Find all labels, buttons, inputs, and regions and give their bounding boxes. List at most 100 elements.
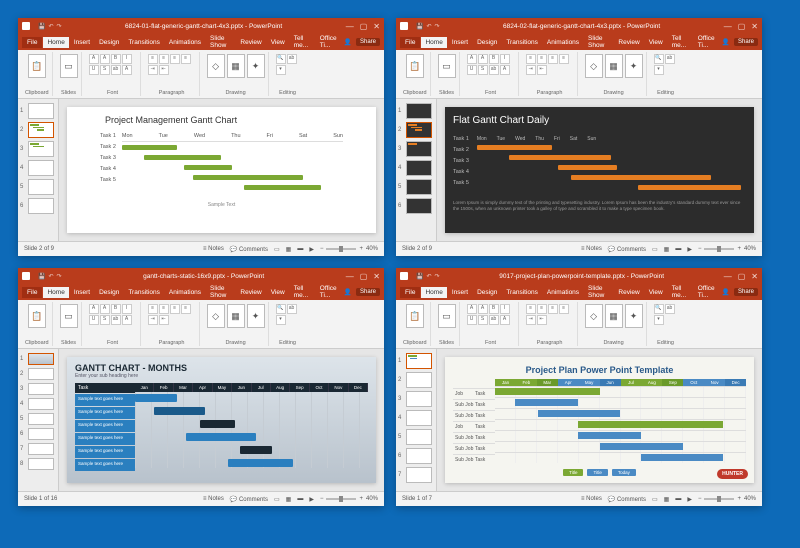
tab-office[interactable]: Office Ti... bbox=[316, 283, 343, 301]
view-sorter-icon[interactable]: ▦ bbox=[664, 246, 670, 253]
minimize-icon[interactable]: — bbox=[724, 22, 732, 31]
zoom-control[interactable]: −+40% bbox=[320, 246, 378, 252]
comments-button[interactable]: 💬 Comments bbox=[230, 246, 268, 253]
tab-animations[interactable]: Animations bbox=[165, 37, 205, 48]
zoom-control[interactable]: −+40% bbox=[320, 496, 378, 502]
view-sorter-icon[interactable]: ▦ bbox=[664, 496, 670, 503]
quickstyles-button[interactable]: ✦ bbox=[247, 54, 265, 78]
newslide-button[interactable]: ▭ bbox=[438, 54, 456, 78]
thumb-6[interactable]: 6 bbox=[20, 198, 56, 214]
paste-button[interactable]: 📋 bbox=[28, 304, 46, 328]
thumb-3[interactable]: 3 bbox=[398, 141, 434, 157]
thumb-2[interactable]: 2 bbox=[20, 368, 56, 380]
tab-slideshow[interactable]: Slide Show bbox=[584, 33, 613, 51]
comments-button[interactable]: 💬 Comments bbox=[608, 496, 646, 503]
view-normal-icon[interactable]: ▭ bbox=[274, 496, 280, 503]
notes-button[interactable]: ≡ Notes bbox=[581, 246, 602, 252]
close-icon[interactable]: ✕ bbox=[751, 272, 758, 281]
tab-review[interactable]: Review bbox=[236, 37, 265, 48]
view-slideshow-icon[interactable]: ▶ bbox=[309, 496, 314, 503]
thumb-1[interactable]: 1 bbox=[20, 103, 56, 119]
thumb-4[interactable]: 4 bbox=[398, 160, 434, 176]
user-icon[interactable]: 👤 bbox=[344, 288, 352, 296]
tab-home[interactable]: Home bbox=[43, 37, 68, 48]
tab-tellme[interactable]: Tell me... bbox=[668, 33, 693, 51]
arrange-button[interactable]: ▦ bbox=[605, 54, 623, 78]
view-slideshow-icon[interactable]: ▶ bbox=[687, 246, 692, 253]
thumb-5[interactable]: 5 bbox=[20, 413, 56, 425]
share-button[interactable]: Share bbox=[734, 38, 758, 46]
tab-slideshow[interactable]: Slide Show bbox=[584, 283, 613, 301]
thumb-2[interactable]: 2 bbox=[398, 122, 434, 138]
notes-button[interactable]: ≡ Notes bbox=[203, 496, 224, 502]
comments-button[interactable]: 💬 Comments bbox=[230, 496, 268, 503]
notes-button[interactable]: ≡ Notes bbox=[581, 496, 602, 502]
save-icon[interactable]: 💾 bbox=[416, 23, 423, 30]
share-button[interactable]: Share bbox=[356, 38, 380, 46]
minimize-icon[interactable]: — bbox=[346, 22, 354, 31]
view-slideshow-icon[interactable]: ▶ bbox=[309, 246, 314, 253]
shapes-button[interactable]: ◇ bbox=[207, 304, 225, 328]
tab-design[interactable]: Design bbox=[95, 287, 123, 298]
tab-design[interactable]: Design bbox=[473, 287, 501, 298]
minimize-icon[interactable]: — bbox=[346, 272, 354, 281]
tab-home[interactable]: Home bbox=[421, 37, 446, 48]
thumb-6[interactable]: 6 bbox=[20, 428, 56, 440]
comments-button[interactable]: 💬 Comments bbox=[608, 246, 646, 253]
view-reading-icon[interactable]: ▬ bbox=[675, 496, 681, 502]
tab-view[interactable]: View bbox=[267, 287, 289, 298]
thumb-2[interactable]: 2 bbox=[20, 122, 56, 138]
tab-insert[interactable]: Insert bbox=[448, 287, 472, 298]
tab-view[interactable]: View bbox=[267, 37, 289, 48]
thumb-4[interactable]: 4 bbox=[20, 398, 56, 410]
tab-view[interactable]: View bbox=[645, 287, 667, 298]
newslide-button[interactable]: ▭ bbox=[60, 304, 78, 328]
tab-design[interactable]: Design bbox=[95, 37, 123, 48]
slide-canvas[interactable]: Project Plan Power Point Template JobTas… bbox=[437, 349, 762, 491]
maximize-icon[interactable]: ▢ bbox=[360, 272, 368, 281]
redo-icon[interactable]: ↷ bbox=[435, 273, 440, 280]
slide-canvas[interactable]: GANTT CHART - MONTHS Enter your sub head… bbox=[59, 349, 384, 491]
slide-canvas[interactable]: Project Management Gantt Chart Task 1 Ta… bbox=[59, 99, 384, 241]
zoom-control[interactable]: −+40% bbox=[698, 246, 756, 252]
thumb-1[interactable]: 1 bbox=[20, 353, 56, 365]
font-controls[interactable]: AABIUSabA bbox=[89, 54, 137, 75]
tab-office[interactable]: Office Ti... bbox=[694, 283, 721, 301]
tab-office[interactable]: Office Ti... bbox=[694, 33, 721, 51]
thumb-4[interactable]: 4 bbox=[20, 160, 56, 176]
close-icon[interactable]: ✕ bbox=[373, 22, 380, 31]
tab-transitions[interactable]: Transitions bbox=[124, 287, 164, 298]
tab-slideshow[interactable]: Slide Show bbox=[206, 33, 235, 51]
thumb-6[interactable]: 6 bbox=[398, 198, 434, 214]
undo-icon[interactable]: ↶ bbox=[48, 23, 53, 30]
maximize-icon[interactable]: ▢ bbox=[738, 272, 746, 281]
undo-icon[interactable]: ↶ bbox=[426, 273, 431, 280]
slide-canvas[interactable]: Flat Gantt Chart Daily Task 1 Task 2 Tas… bbox=[437, 99, 762, 241]
tab-tellme[interactable]: Tell me... bbox=[290, 283, 315, 301]
thumb-1[interactable]: 1 bbox=[398, 103, 434, 119]
view-reading-icon[interactable]: ▬ bbox=[297, 246, 303, 252]
view-reading-icon[interactable]: ▬ bbox=[675, 246, 681, 252]
thumb-3[interactable]: 3 bbox=[20, 141, 56, 157]
tab-animations[interactable]: Animations bbox=[543, 37, 583, 48]
user-icon[interactable]: 👤 bbox=[722, 288, 730, 296]
thumb-5[interactable]: 5 bbox=[398, 179, 434, 195]
tab-tellme[interactable]: Tell me... bbox=[668, 283, 693, 301]
tab-review[interactable]: Review bbox=[614, 287, 643, 298]
view-normal-icon[interactable]: ▭ bbox=[274, 246, 280, 253]
tab-review[interactable]: Review bbox=[236, 287, 265, 298]
thumb-5[interactable]: 5 bbox=[20, 179, 56, 195]
quickstyles-button[interactable]: ✦ bbox=[247, 304, 265, 328]
thumb-2[interactable]: 2 bbox=[398, 372, 434, 388]
tab-home[interactable]: Home bbox=[421, 287, 446, 298]
redo-icon[interactable]: ↷ bbox=[57, 273, 62, 280]
arrange-button[interactable]: ▦ bbox=[227, 54, 245, 78]
undo-icon[interactable]: ↶ bbox=[426, 23, 431, 30]
thumb-1[interactable]: 1 bbox=[398, 353, 434, 369]
tab-view[interactable]: View bbox=[645, 37, 667, 48]
tab-slideshow[interactable]: Slide Show bbox=[206, 283, 235, 301]
arrange-button[interactable]: ▦ bbox=[605, 304, 623, 328]
zoom-control[interactable]: −+40% bbox=[698, 496, 756, 502]
maximize-icon[interactable]: ▢ bbox=[738, 22, 746, 31]
user-icon[interactable]: 👤 bbox=[344, 38, 352, 46]
